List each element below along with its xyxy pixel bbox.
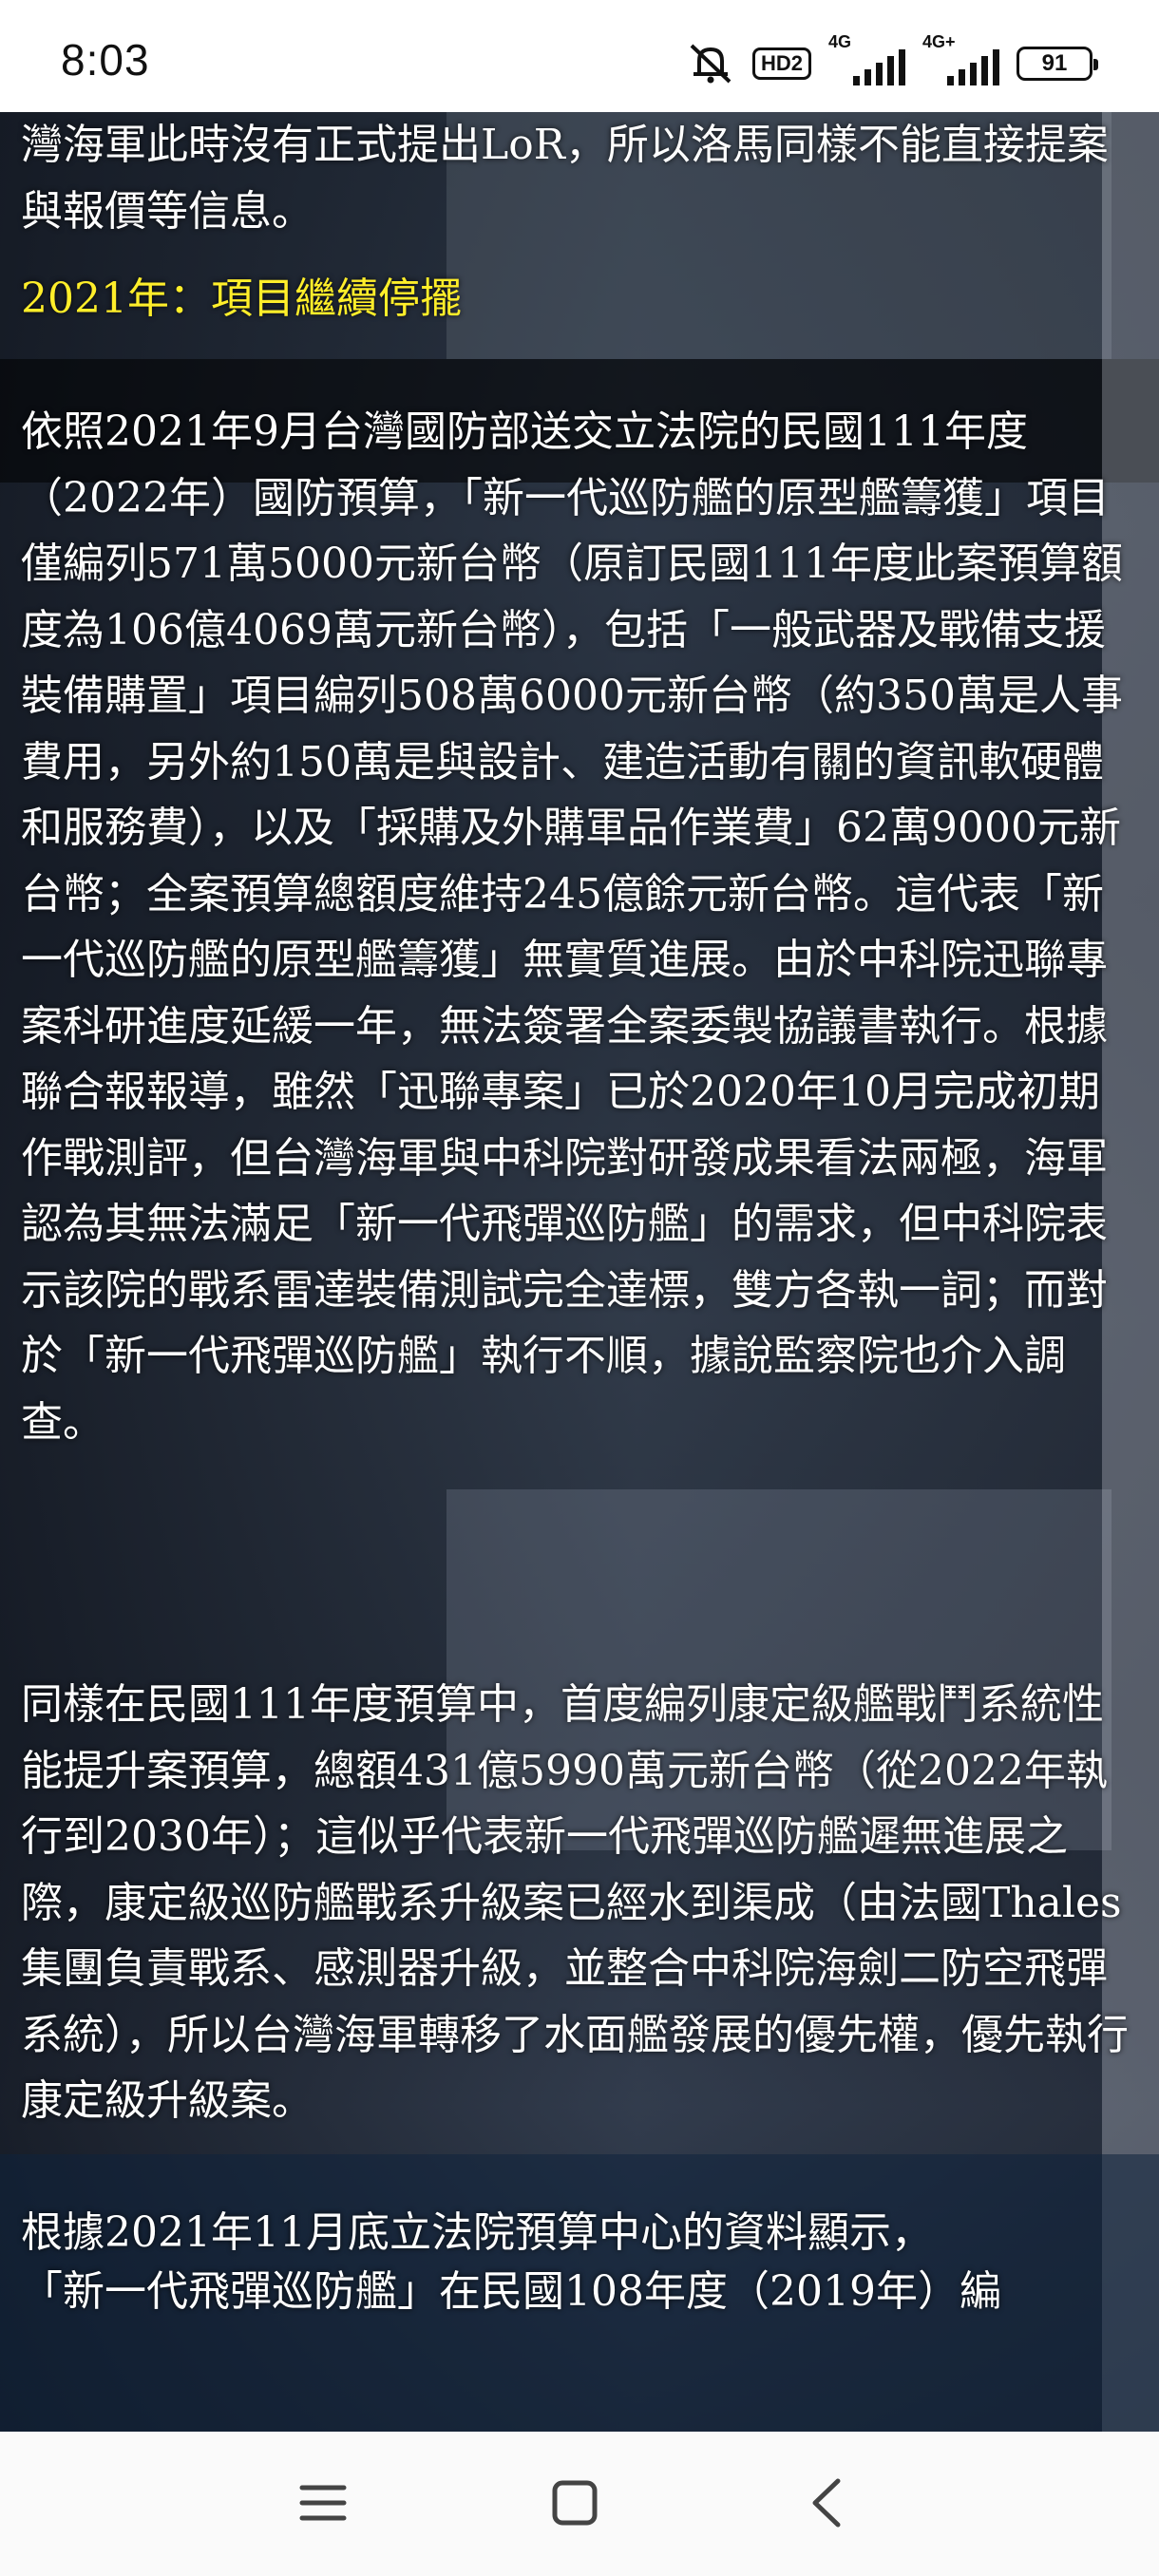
signal-bars-icon [853,49,905,85]
status-icons: HD2 4G 4G+ 91 [686,32,1098,87]
section-heading: 2021年：項目繼續停擺 [21,275,462,323]
menu-icon [299,2485,347,2521]
back-button[interactable] [788,2470,864,2536]
bell-off-icon [690,44,732,84]
article-viewport[interactable]: 灣海軍此時沒有正式提出LoR，所以洛馬同樣不能直接提案與報價等信息。 2021年… [0,112,1159,2432]
navigation-bar [0,2432,1159,2576]
article-paragraph: 灣海軍此時沒有正式提出LoR，所以洛馬同樣不能直接提案與報價等信息。 [21,121,1109,236]
signal-bars-icon [947,49,999,85]
home-button[interactable] [537,2470,613,2536]
recent-apps-button[interactable] [285,2470,361,2536]
home-square-icon [552,2480,598,2526]
status-time: 8:03 [61,35,150,85]
signal-sim2: 4G+ [922,32,999,85]
article-paragraph: 依照2021年9月台灣國防部送交立法院的民國111年度（2022年）國防預算，「… [21,407,1123,1447]
signal-sim1: 4G [828,32,905,85]
hd-voice-badge: HD2 [751,47,811,80]
article-paragraph: 「新一代飛彈巡防艦」在民國108年度（2019年）編 [21,2267,1001,2316]
network-type-label: 4G [828,32,852,51]
article-paragraph: 同樣在民國111年度預算中，首度編列康定級艦戰鬥系統性能提升案預算，總額431億… [21,1680,1129,2125]
article-paragraph: 根據2021年11月底立法院預算中心的資料顯示， [21,2208,933,2257]
network-type-label: 4G+ [922,32,956,51]
back-chevron-icon [812,2478,841,2528]
status-bar: 8:03 HD2 4G 4G+ 91 [0,0,1159,112]
battery-icon: 91 [1016,47,1098,81]
